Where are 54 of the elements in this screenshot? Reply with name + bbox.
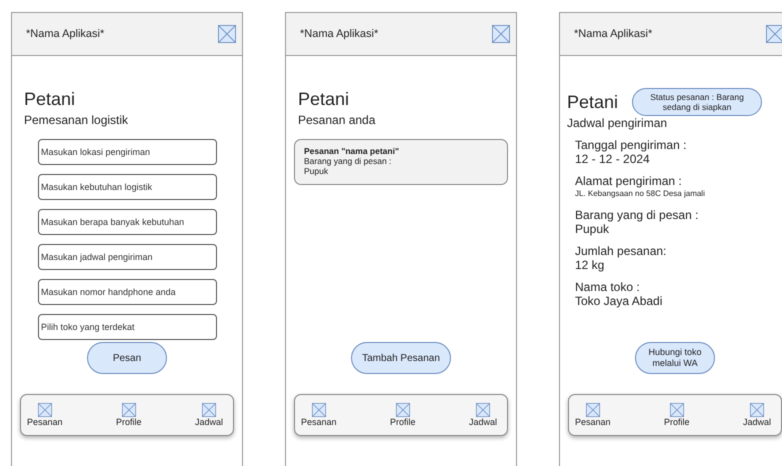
nav-item[interactable]: Jadwal — [742, 403, 771, 427]
app-title: *Nama Aplikasi* — [574, 28, 652, 40]
order-title: Pesanan "nama petani" — [304, 146, 400, 156]
order-text: Barang yang di pesan : — [304, 156, 392, 166]
screen-subtitle: Pemesanan logistik — [24, 113, 130, 127]
action-button[interactable]: Hubungi toko melalui WA — [635, 342, 715, 374]
input-field[interactable]: Masukan kebutuhan logistik — [38, 174, 217, 200]
detail-value: Pupuk — [575, 222, 610, 236]
nav-item[interactable]: Profile — [390, 403, 416, 427]
image-icon — [586, 403, 600, 417]
image-icon — [202, 403, 216, 417]
app-title: *Nama Aplikasi* — [26, 28, 104, 40]
image-icon — [396, 403, 410, 417]
order-text: Pupuk — [304, 166, 330, 176]
nav-item[interactable]: Profile — [664, 403, 690, 427]
image-icon — [312, 403, 326, 417]
screen-title: Petani — [24, 88, 76, 110]
order-card[interactable]: Pesanan "nama petani" Barang yang di pesan : Pupuk — [294, 139, 508, 185]
image-icon — [218, 25, 236, 43]
nav-item[interactable]: Pesanan — [301, 403, 337, 427]
input-field[interactable]: Pilih toko yang terdekat — [38, 314, 217, 340]
detail-label: Tanggal pengiriman : — [575, 138, 688, 152]
input-field[interactable]: Masukan jadwal pengiriman — [38, 244, 217, 270]
detail-value: JL. Kebangsaan no 58C Desa jamali — [575, 188, 706, 200]
app-title: *Nama Aplikasi* — [300, 28, 378, 40]
screen-subtitle: Jadwal pengiriman — [567, 116, 668, 130]
image-icon — [766, 25, 782, 43]
detail-label: Barang yang di pesan : — [575, 208, 700, 222]
status-badge: Status pesanan : Barang sedang di siapkan — [632, 88, 762, 116]
input-field[interactable]: Masukan nomor handphone anda — [38, 279, 217, 305]
input-field[interactable]: Masukan lokasi pengiriman — [38, 139, 217, 165]
image-icon — [750, 403, 764, 417]
detail-value: 12 - 12 - 2024 — [575, 152, 651, 166]
action-button[interactable]: Pesan — [87, 342, 167, 374]
nav-item[interactable]: Jadwal — [468, 403, 497, 427]
nav-item[interactable]: Pesanan — [27, 403, 63, 427]
detail-label: Nama toko : — [575, 280, 641, 294]
nav-item[interactable]: Pesanan — [575, 403, 611, 427]
image-icon — [38, 403, 52, 417]
screen-subtitle: Pesanan anda — [298, 113, 376, 127]
detail-label: Jumlah pesanan: — [575, 244, 668, 258]
detail-value: 12 kg — [575, 258, 606, 272]
image-icon — [670, 403, 684, 417]
screen-title: Petani — [567, 91, 618, 113]
image-icon — [492, 25, 510, 43]
image-icon — [476, 403, 490, 417]
image-icon — [122, 403, 136, 417]
screen-title: Petani — [298, 88, 350, 110]
nav-item[interactable]: Profile — [116, 403, 142, 427]
detail-label: Alamat pengiriman : — [575, 174, 683, 188]
input-field[interactable]: Masukan berapa banyak kebutuhan — [38, 209, 217, 235]
nav-item[interactable]: Jadwal — [194, 403, 223, 427]
action-button[interactable]: Tambah Pesanan — [351, 342, 451, 374]
detail-value: Toko Jaya Abadi — [575, 294, 664, 308]
